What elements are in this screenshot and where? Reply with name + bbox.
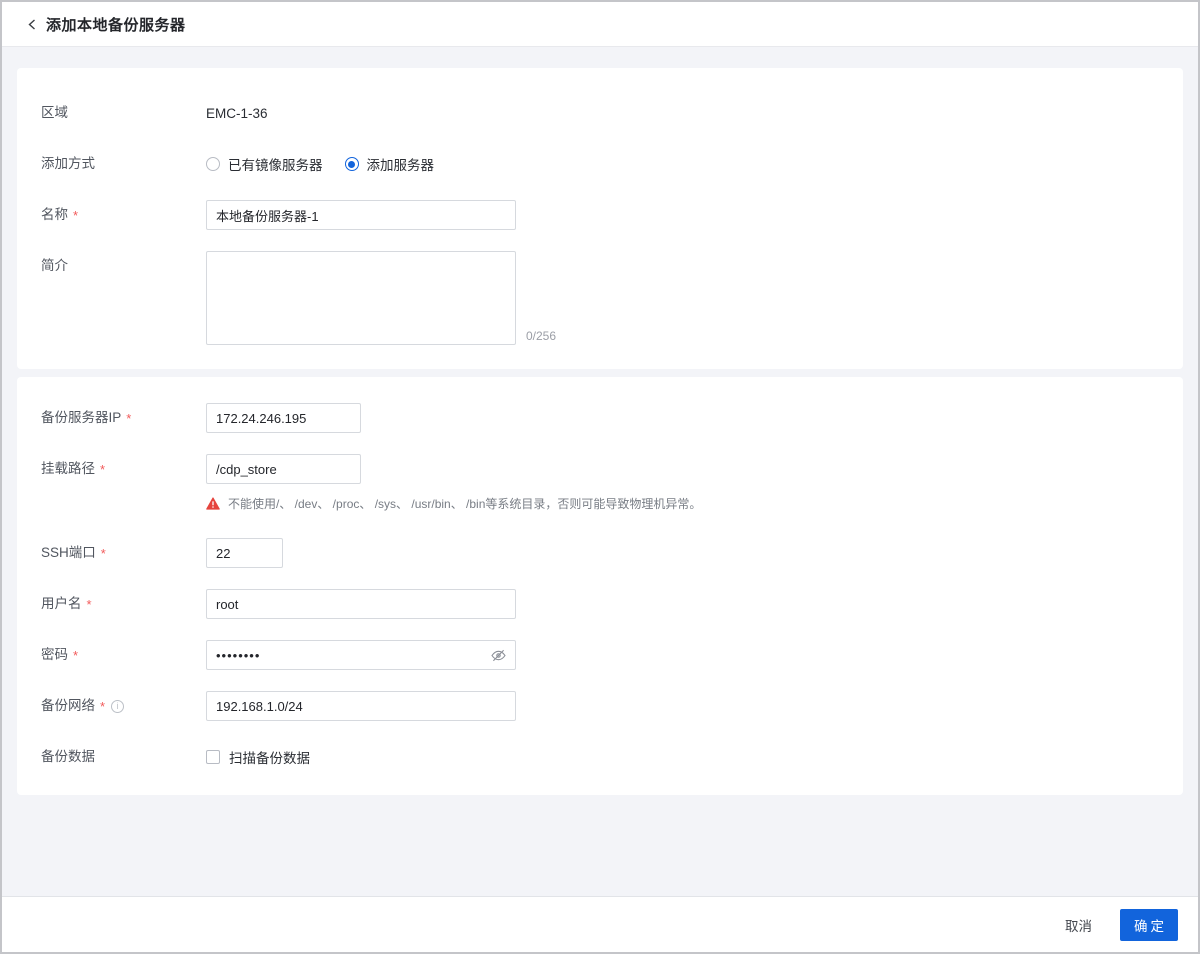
region-row: 区域 EMC-1-36	[41, 98, 1159, 128]
description-label: 简介	[41, 258, 68, 273]
backup-ip-row: 备份服务器IP *	[41, 403, 1159, 433]
password-input-wrap	[206, 640, 516, 670]
name-input[interactable]	[206, 200, 516, 230]
form-content: 区域 EMC-1-36 添加方式 已有镜像服务器 添加服务器 名称 * 本地备份…	[2, 47, 1198, 896]
radio-add-server[interactable]: 添加服务器	[344, 154, 435, 174]
radio-label-add: 添加服务器	[366, 158, 435, 173]
backup-network-row: 备份网络 * i	[41, 691, 1159, 721]
eye-slash-icon	[490, 649, 506, 661]
mount-path-label: 挂载路径 *	[41, 454, 206, 484]
mount-path-label-text: 挂载路径	[41, 461, 95, 476]
backup-ip-label: 备份服务器IP *	[41, 403, 206, 433]
required-asterisk: *	[100, 699, 106, 714]
checkbox-unchecked-icon[interactable]	[206, 750, 220, 764]
cancel-button[interactable]: 取消	[1063, 909, 1094, 941]
backup-data-label: 备份数据	[41, 749, 95, 764]
required-asterisk: *	[100, 462, 106, 477]
basic-info-card: 区域 EMC-1-36 添加方式 已有镜像服务器 添加服务器 名称 * 本地备份…	[17, 68, 1183, 369]
radio-existing-image-server[interactable]: 已有镜像服务器	[206, 154, 323, 174]
required-asterisk: *	[100, 546, 106, 561]
radio-checked-icon[interactable]	[344, 157, 359, 171]
name-label-text: 名称	[41, 207, 68, 222]
region-label: 区域	[41, 105, 68, 120]
mount-path-warning: 不能使用/、 /dev、 /proc、 /sys、 /usr/bin、 /bin…	[206, 494, 1159, 512]
ssh-port-input[interactable]	[206, 538, 283, 568]
password-row: 密码 *	[41, 640, 1159, 670]
warning-text: 不能使用/、 /dev、 /proc、 /sys、 /usr/bin、 /bin…	[228, 496, 702, 511]
username-label: 用户名 *	[41, 589, 206, 619]
scan-backup-data-option[interactable]: 扫描备份数据	[206, 747, 310, 767]
backup-network-input[interactable]	[206, 691, 516, 721]
backup-ip-input[interactable]	[206, 403, 361, 433]
scan-backup-data-label: 扫描备份数据	[229, 751, 310, 766]
password-input[interactable]	[206, 640, 516, 670]
backup-network-label: 备份网络 * i	[41, 691, 206, 721]
required-asterisk: *	[86, 597, 92, 612]
toggle-password-visibility-button[interactable]	[489, 646, 507, 664]
mount-path-input[interactable]	[206, 454, 361, 484]
name-row: 名称 *	[41, 200, 1159, 230]
backup-ip-label-text: 备份服务器IP	[41, 410, 122, 425]
username-input[interactable]	[206, 589, 516, 619]
warning-triangle-icon	[206, 496, 220, 510]
page-header: 添加本地备份服务器	[2, 2, 1198, 47]
radio-label-existing: 已有镜像服务器	[228, 158, 323, 173]
description-textarea[interactable]	[206, 251, 516, 345]
confirm-button[interactable]: 确定	[1120, 908, 1178, 941]
username-row: 用户名 *	[41, 589, 1159, 619]
footer-action-bar: 取消 确定	[2, 896, 1198, 952]
add-method-label: 添加方式	[41, 156, 95, 171]
ssh-port-label: SSH端口 *	[41, 538, 206, 568]
region-value: EMC-1-36	[206, 105, 268, 121]
ssh-port-row: SSH端口 *	[41, 538, 1159, 568]
add-method-radio-group: 已有镜像服务器 添加服务器	[206, 154, 434, 174]
name-label: 名称 *	[41, 200, 206, 230]
chevron-left-icon	[27, 18, 35, 30]
required-asterisk: *	[126, 411, 132, 426]
mount-path-row: 挂载路径 *	[41, 454, 1159, 484]
add-method-row: 添加方式 已有镜像服务器 添加服务器	[41, 149, 1159, 179]
back-button[interactable]	[22, 14, 42, 34]
description-row: 简介 0/256	[41, 251, 1159, 345]
char-counter: 0/256	[526, 329, 557, 343]
server-info-card: 备份服务器IP * 挂载路径 * 不能使用/、 /dev、 /proc、 /sy…	[17, 377, 1183, 795]
password-label-text: 密码	[41, 647, 68, 662]
page-title: 添加本地备份服务器	[46, 16, 186, 34]
password-label: 密码 *	[41, 640, 206, 670]
ssh-port-label-text: SSH端口	[41, 545, 96, 560]
radio-unchecked-icon[interactable]	[206, 157, 220, 171]
required-asterisk: *	[73, 648, 79, 663]
required-asterisk: *	[73, 208, 79, 223]
backup-data-row: 备份数据 扫描备份数据	[41, 742, 1159, 772]
username-label-text: 用户名	[41, 596, 82, 611]
info-icon[interactable]: i	[111, 699, 125, 713]
backup-network-label-text: 备份网络	[41, 698, 95, 713]
